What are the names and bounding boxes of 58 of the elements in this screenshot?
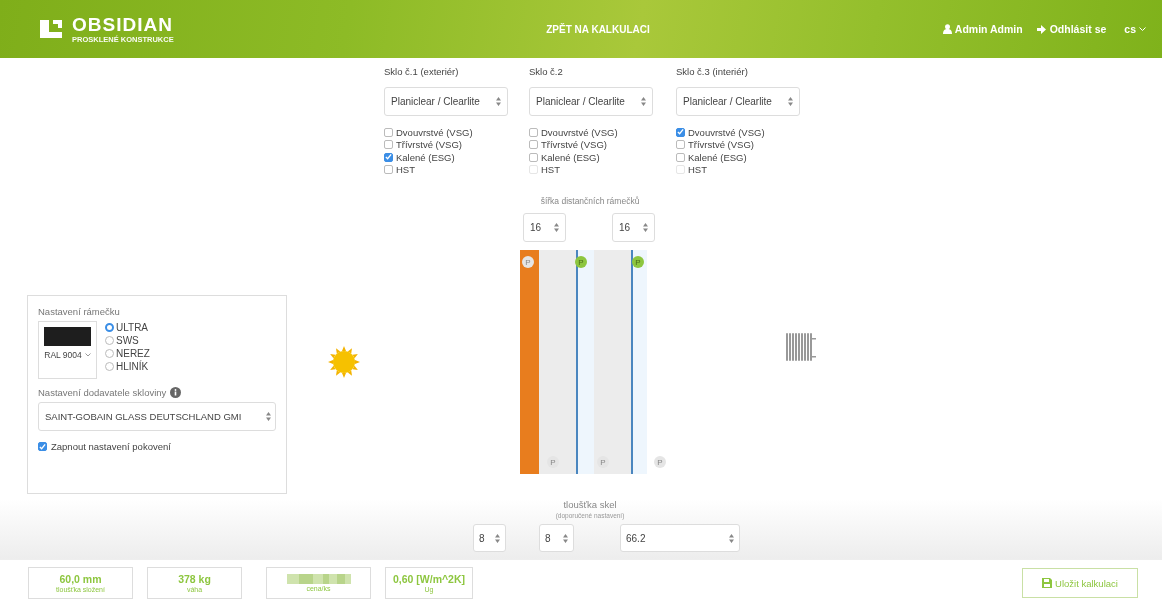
- glass-option-checkbox[interactable]: Kalené (ESG): [529, 151, 676, 164]
- glass-option-checkbox[interactable]: HST: [384, 163, 529, 176]
- glass-option-checkbox[interactable]: Kalené (ESG): [384, 151, 529, 164]
- glass-title: Sklo č.2: [529, 66, 564, 79]
- glass-title: Sklo č.3 (interiér): [676, 66, 749, 79]
- frame-type-radio[interactable]: NEREZ: [105, 347, 150, 360]
- glass-option-checkbox[interactable]: Třívrstvé (VSG): [529, 138, 676, 151]
- glass-option-checkbox[interactable]: Dvouvrstvé (VSG): [384, 126, 529, 139]
- pane-marker: P: [654, 456, 666, 468]
- summary-value: 60,0 mm: [59, 572, 102, 585]
- save-icon: [1042, 578, 1053, 588]
- frame-type-radio[interactable]: SWS: [105, 334, 150, 347]
- summary-value: 0,60 [W/m^2K]: [392, 572, 466, 585]
- select-arrows-icon: [554, 223, 559, 232]
- spacer-width-select[interactable]: 16: [612, 213, 655, 242]
- chevron-icon: [1139, 26, 1146, 32]
- spacer-width-label: šířka distančních rámečků: [539, 196, 641, 206]
- thickness-select[interactable]: 66.2: [620, 524, 740, 552]
- sun-icon: [328, 346, 360, 378]
- radiator-icon: [786, 332, 816, 362]
- select-arrows-icon: [729, 533, 734, 543]
- glass-option-checkbox[interactable]: Dvouvrstvé (VSG): [676, 126, 821, 139]
- glass-option-checkbox[interactable]: Třívrstvé (VSG): [384, 138, 529, 151]
- panel-title: Nastavení rámečku: [38, 306, 121, 317]
- glass-title: Sklo č.1 (exteriér): [384, 66, 460, 79]
- summary-value: 378 kg: [178, 572, 211, 585]
- coating-checkbox[interactable]: Zapnout nastavení pokovení: [38, 441, 276, 452]
- logo-text: OBSIDIAN: [72, 14, 174, 35]
- blurred-value: [286, 573, 351, 584]
- select-arrows-icon: [641, 97, 646, 106]
- select-arrows-icon: [496, 97, 501, 106]
- thickness-label: tloušťka skel: [562, 499, 618, 510]
- color-label: RAL 9004: [44, 350, 82, 360]
- select-arrows-icon: [788, 97, 793, 106]
- logout-icon: [1036, 24, 1047, 34]
- frame-type-radio[interactable]: HLINÍK: [105, 360, 150, 373]
- thickness-select[interactable]: 8: [539, 524, 574, 552]
- frame-type-radio[interactable]: ULTRA: [105, 321, 150, 334]
- glass-type-select[interactable]: Planiclear / Clearlite: [529, 87, 653, 116]
- chevron-icon: [84, 353, 91, 357]
- color-picker[interactable]: RAL 9004: [38, 321, 97, 379]
- supplier-title: Nastavení dodavatele skloviny: [38, 387, 167, 398]
- info-icon: [170, 387, 182, 398]
- user-icon: [942, 24, 952, 34]
- glass-option-checkbox[interactable]: Třívrstvé (VSG): [676, 138, 821, 151]
- select-arrows-icon: [643, 223, 648, 232]
- glass-option-checkbox[interactable]: Dvouvrstvé (VSG): [529, 126, 676, 139]
- select-arrows-icon: [495, 533, 500, 543]
- logo-icon: [38, 18, 64, 40]
- glass-option-checkbox[interactable]: Kalené (ESG): [676, 151, 821, 164]
- spacer-width-select[interactable]: 16: [523, 213, 566, 242]
- glass-type-select[interactable]: Planiclear / Clearlite: [676, 87, 800, 116]
- thickness-select[interactable]: 8: [473, 524, 506, 552]
- supplier-select[interactable]: SAINT-GOBAIN GLASS DEUTSCHLAND GMI: [38, 402, 276, 431]
- color-swatch: [44, 327, 91, 346]
- select-arrows-icon: [266, 412, 271, 421]
- glass-type-select[interactable]: Planiclear / Clearlite: [384, 87, 508, 116]
- select-arrows-icon: [563, 533, 568, 543]
